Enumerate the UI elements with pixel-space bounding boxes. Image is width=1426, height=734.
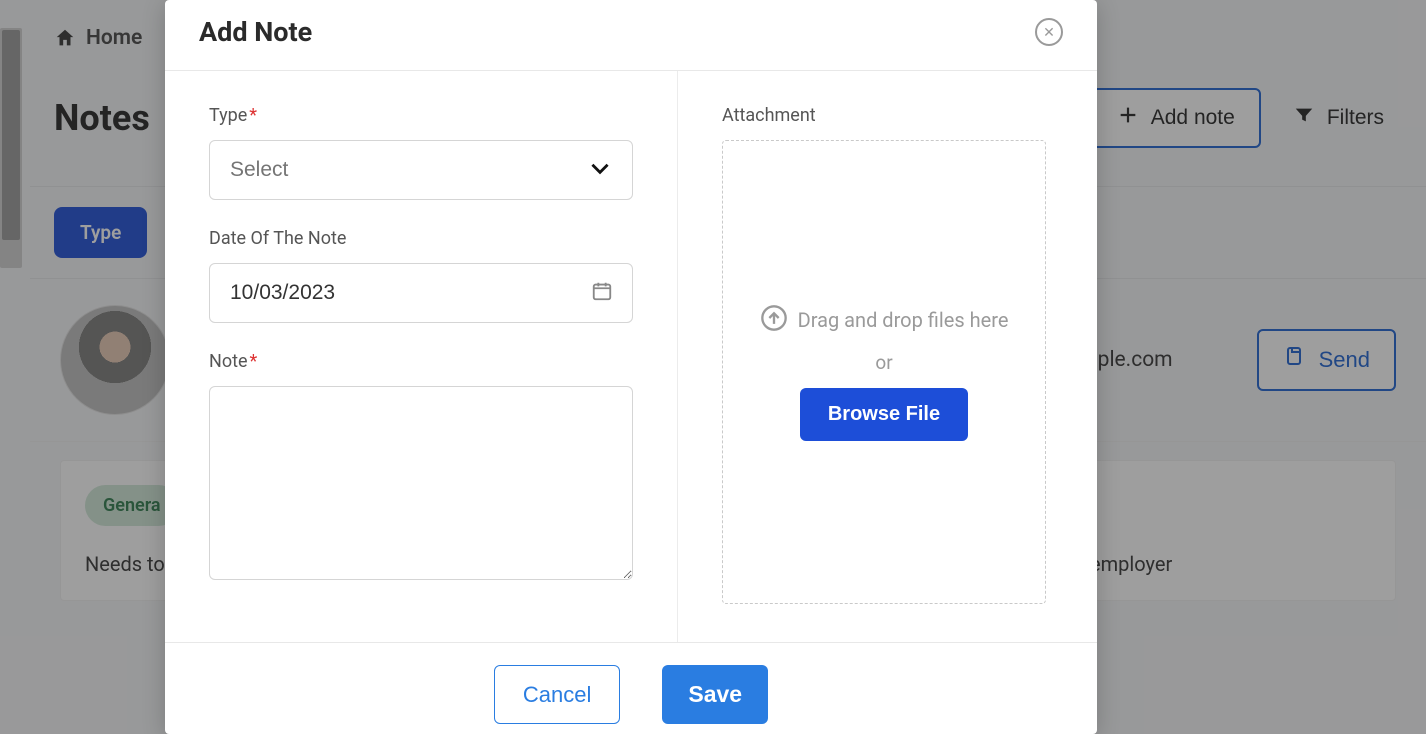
note-textarea[interactable]: [209, 386, 633, 580]
modal-footer: Cancel Save: [165, 642, 1097, 734]
modal-right-column: Attachment Drag and drop files here or B…: [678, 71, 1097, 642]
dropzone-hint: Drag and drop files here: [760, 304, 1009, 337]
attachment-dropzone[interactable]: Drag and drop files here or Browse File: [722, 140, 1046, 604]
upload-icon: [760, 304, 788, 337]
dropzone-text: Drag and drop files here: [798, 308, 1009, 332]
date-input[interactable]: [209, 263, 633, 323]
date-label: Date Of The Note: [209, 228, 633, 249]
close-button[interactable]: ✕: [1035, 18, 1063, 46]
type-label: Type*: [209, 105, 633, 126]
close-icon: ✕: [1043, 24, 1055, 41]
attachment-label: Attachment: [722, 105, 1053, 126]
modal-left-column: Type* Date Of The Note Note*: [165, 71, 678, 642]
date-input-wrap: [209, 263, 633, 323]
dropzone-or: or: [875, 351, 892, 374]
modal-title: Add Note: [199, 16, 312, 48]
browse-file-button[interactable]: Browse File: [800, 388, 968, 441]
type-select-wrap: [209, 140, 633, 200]
type-select[interactable]: [209, 140, 633, 200]
modal-body: Type* Date Of The Note Note* Attac: [165, 71, 1097, 642]
note-label: Note*: [209, 351, 633, 372]
add-note-modal: Add Note ✕ Type* Date Of The Note: [165, 0, 1097, 734]
modal-header: Add Note ✕: [165, 0, 1097, 71]
cancel-button[interactable]: Cancel: [494, 665, 620, 724]
save-button[interactable]: Save: [662, 665, 768, 724]
